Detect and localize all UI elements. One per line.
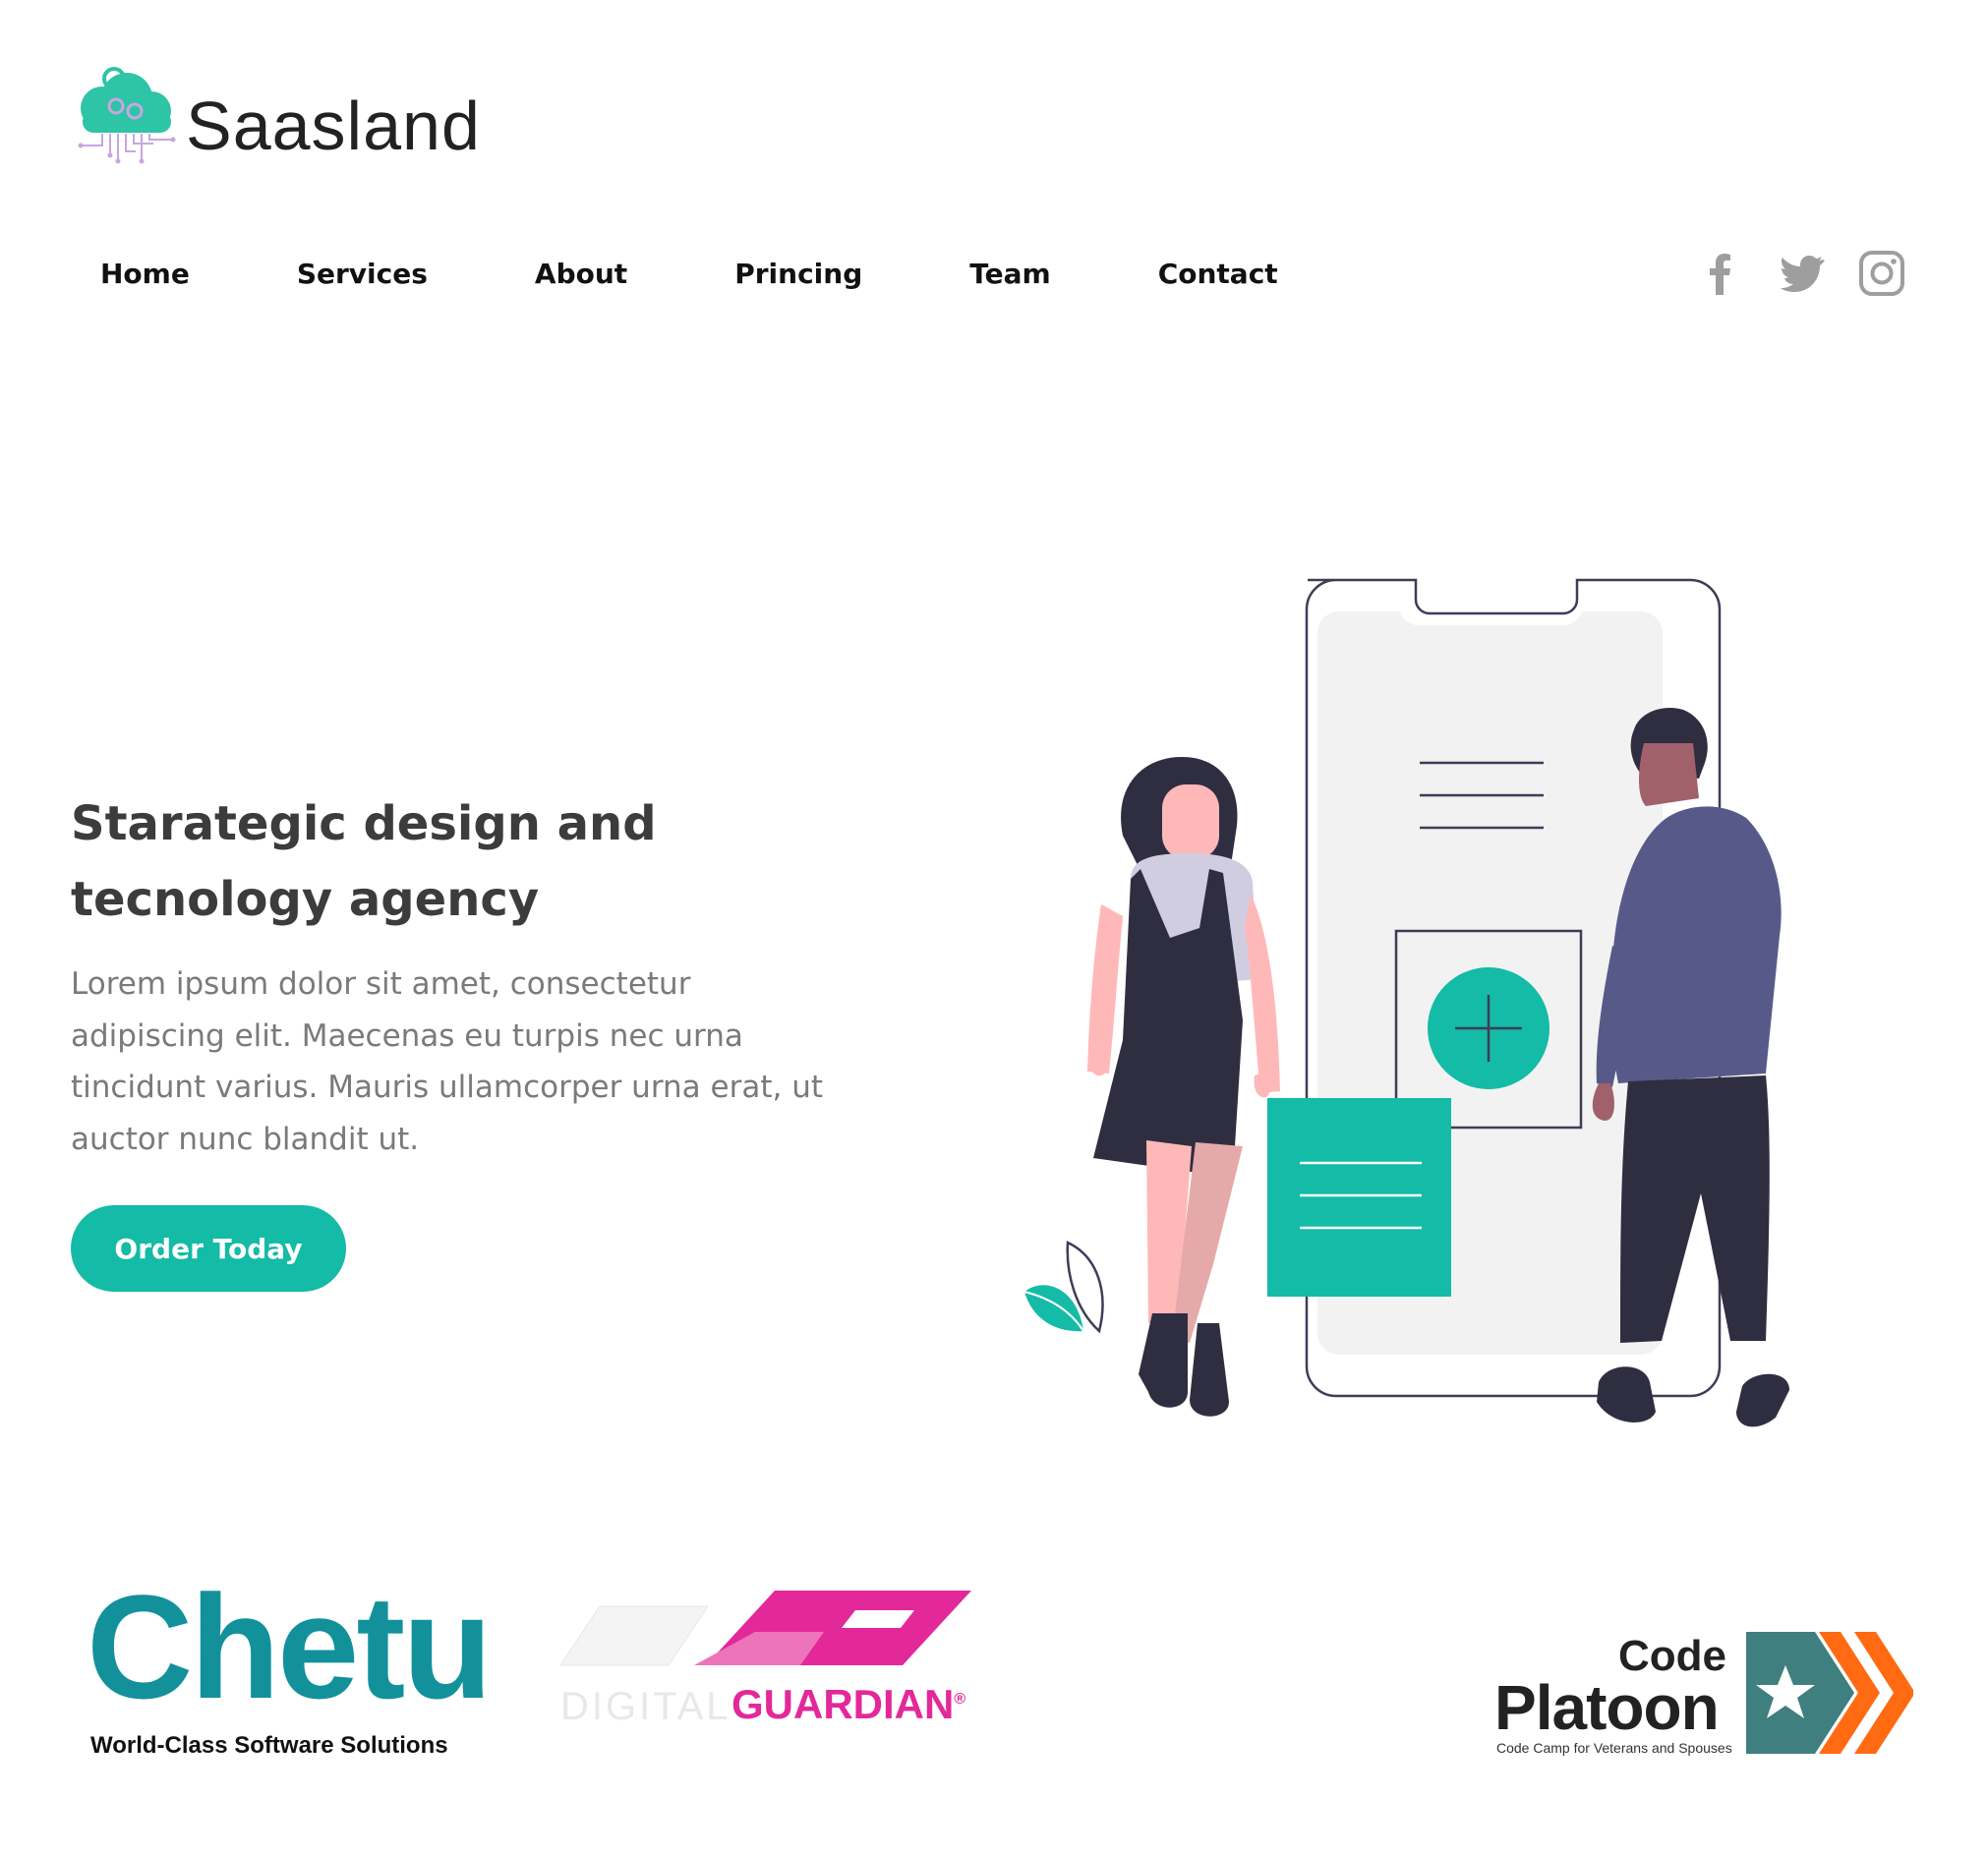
hero-title: Starategic design and tecnology agency	[71, 786, 818, 938]
chetu-name: Chetu	[87, 1564, 493, 1729]
chetu-tagline: World-Class Software Solutions	[90, 1732, 448, 1759]
cloud-logo-icon	[78, 67, 176, 164]
facebook-icon[interactable]	[1697, 250, 1744, 297]
nav-team[interactable]: Team	[946, 254, 1074, 294]
code-platoon-logo: Code Platoon Code Camp for Veterans and …	[1494, 1632, 1927, 1760]
code-platoon-tagline: Code Camp for Veterans and Spouses	[1496, 1740, 1732, 1756]
instagram-icon[interactable]	[1858, 250, 1905, 297]
leaf-illustration	[1023, 1241, 1104, 1334]
woman-figure	[1087, 757, 1280, 1417]
site-logo[interactable]: Saasland	[73, 57, 505, 175]
guardian-shield-icon	[560, 1591, 971, 1666]
social-links	[1697, 250, 1905, 297]
digital-wordmark: DIGITAL	[560, 1685, 731, 1728]
guardian-wordmark: GUARDIAN®	[731, 1681, 966, 1727]
nav-about[interactable]: About	[511, 254, 651, 294]
hero-title-line-2: tecnology agency	[71, 872, 540, 927]
hero-illustration	[1023, 578, 1789, 1427]
hero-title-line-1: Starategic design and	[71, 796, 657, 851]
star-chevron-icon	[1746, 1632, 1913, 1754]
main-nav: Home Services About Princing Team Contac…	[77, 254, 1362, 294]
nav-home[interactable]: Home	[77, 254, 213, 294]
twitter-icon[interactable]	[1778, 250, 1825, 297]
digital-guardian-logo: DIGITAL GUARDIAN®	[560, 1589, 983, 1728]
hero-description: Lorem ipsum dolor sit amet, consectetur …	[71, 966, 824, 1157]
chetu-logo: Chetu World-Class Software Solutions	[87, 1573, 499, 1760]
code-platoon-line2: Platoon	[1494, 1672, 1720, 1743]
nav-pricing[interactable]: Princing	[711, 254, 886, 294]
nav-services[interactable]: Services	[273, 254, 451, 294]
nav-contact[interactable]: Contact	[1135, 254, 1302, 294]
brand-name: Saasland	[186, 87, 481, 164]
order-today-button[interactable]: Order Today	[71, 1205, 346, 1292]
